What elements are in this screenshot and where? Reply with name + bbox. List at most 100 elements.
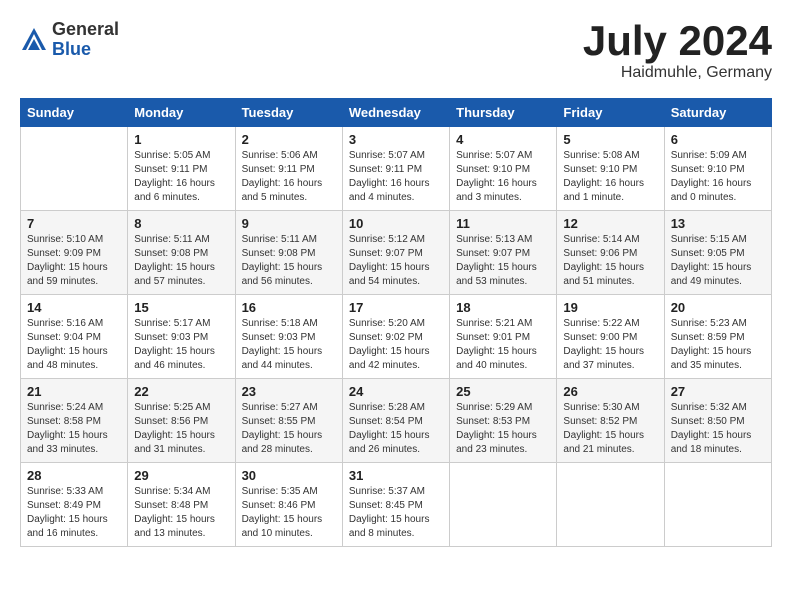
day-info: Sunrise: 5:17 AM Sunset: 9:03 PM Dayligh… (134, 317, 228, 373)
calendar-cell: 3 Sunrise: 5:07 AM Sunset: 9:11 PM Daylig… (342, 127, 449, 211)
day-number: 27 (671, 384, 765, 399)
day-info: Sunrise: 5:35 AM Sunset: 8:46 PM Dayligh… (242, 485, 336, 541)
header-saturday: Saturday (664, 99, 771, 127)
day-number: 31 (349, 468, 443, 483)
day-number: 15 (134, 300, 228, 315)
day-info: Sunrise: 5:18 AM Sunset: 9:03 PM Dayligh… (242, 317, 336, 373)
day-info: Sunrise: 5:24 AM Sunset: 8:58 PM Dayligh… (27, 401, 121, 457)
calendar-cell: 17 Sunrise: 5:20 AM Sunset: 9:02 PM Dayli… (342, 295, 449, 379)
day-info: Sunrise: 5:11 AM Sunset: 9:08 PM Dayligh… (134, 233, 228, 289)
calendar-cell: 21 Sunrise: 5:24 AM Sunset: 8:58 PM Dayli… (21, 379, 128, 463)
day-number: 22 (134, 384, 228, 399)
day-number: 9 (242, 216, 336, 231)
day-number: 5 (563, 132, 657, 147)
day-number: 3 (349, 132, 443, 147)
calendar-cell (664, 463, 771, 547)
calendar-cell (21, 127, 128, 211)
day-info: Sunrise: 5:21 AM Sunset: 9:01 PM Dayligh… (456, 317, 550, 373)
header-tuesday: Tuesday (235, 99, 342, 127)
day-info: Sunrise: 5:12 AM Sunset: 9:07 PM Dayligh… (349, 233, 443, 289)
day-number: 29 (134, 468, 228, 483)
header-thursday: Thursday (450, 99, 557, 127)
calendar-cell: 4 Sunrise: 5:07 AM Sunset: 9:10 PM Daylig… (450, 127, 557, 211)
calendar-cell: 9Sunrise: 5:11 AM Sunset: 9:08 PM Daylig… (235, 211, 342, 295)
day-number: 24 (349, 384, 443, 399)
calendar-cell: 12 Sunrise: 5:14 AM Sunset: 9:06 PM Dayli… (557, 211, 664, 295)
day-number: 6 (671, 132, 765, 147)
day-number: 12 (563, 216, 657, 231)
calendar-cell: 25 Sunrise: 5:29 AM Sunset: 8:53 PM Dayli… (450, 379, 557, 463)
calendar-cell: 16 Sunrise: 5:18 AM Sunset: 9:03 PM Dayli… (235, 295, 342, 379)
calendar-cell: 2Sunrise: 5:06 AM Sunset: 9:11 PM Daylig… (235, 127, 342, 211)
title-block: July 2024 Haidmuhle, Germany (583, 20, 772, 82)
calendar-cell: 5Sunrise: 5:08 AM Sunset: 9:10 PM Daylig… (557, 127, 664, 211)
calendar-cell: 26Sunrise: 5:30 AM Sunset: 8:52 PM Dayli… (557, 379, 664, 463)
calendar-cell: 8Sunrise: 5:11 AM Sunset: 9:08 PM Daylig… (128, 211, 235, 295)
calendar-cell (450, 463, 557, 547)
day-info: Sunrise: 5:13 AM Sunset: 9:07 PM Dayligh… (456, 233, 550, 289)
calendar-cell: 20 Sunrise: 5:23 AM Sunset: 8:59 PM Dayli… (664, 295, 771, 379)
month-title: July 2024 (583, 20, 772, 62)
calendar-cell: 14Sunrise: 5:16 AM Sunset: 9:04 PM Dayli… (21, 295, 128, 379)
header-monday: Monday (128, 99, 235, 127)
day-info: Sunrise: 5:20 AM Sunset: 9:02 PM Dayligh… (349, 317, 443, 373)
location: Haidmuhle, Germany (583, 64, 772, 82)
calendar-body: 1 Sunrise: 5:05 AM Sunset: 9:11 PM Daylig… (21, 127, 772, 547)
calendar-cell: 24 Sunrise: 5:28 AM Sunset: 8:54 PM Dayli… (342, 379, 449, 463)
calendar-cell: 15 Sunrise: 5:17 AM Sunset: 9:03 PM Dayli… (128, 295, 235, 379)
calendar-cell: 29Sunrise: 5:34 AM Sunset: 8:48 PM Dayli… (128, 463, 235, 547)
calendar-cell: 10 Sunrise: 5:12 AM Sunset: 9:07 PM Dayli… (342, 211, 449, 295)
day-info: Sunrise: 5:15 AM Sunset: 9:05 PM Dayligh… (671, 233, 765, 289)
logo: General Blue (20, 20, 119, 60)
day-info: Sunrise: 5:29 AM Sunset: 8:53 PM Dayligh… (456, 401, 550, 457)
day-number: 2 (242, 132, 336, 147)
day-number: 21 (27, 384, 121, 399)
day-number: 25 (456, 384, 550, 399)
day-info: Sunrise: 5:23 AM Sunset: 8:59 PM Dayligh… (671, 317, 765, 373)
day-number: 30 (242, 468, 336, 483)
day-number: 28 (27, 468, 121, 483)
calendar-cell (557, 463, 664, 547)
calendar-cell: 13Sunrise: 5:15 AM Sunset: 9:05 PM Dayli… (664, 211, 771, 295)
day-number: 10 (349, 216, 443, 231)
week-row-0: 1 Sunrise: 5:05 AM Sunset: 9:11 PM Daylig… (21, 127, 772, 211)
day-number: 4 (456, 132, 550, 147)
day-number: 19 (563, 300, 657, 315)
day-number: 20 (671, 300, 765, 315)
logo-general-text: General (52, 20, 119, 40)
day-info: Sunrise: 5:05 AM Sunset: 9:11 PM Dayligh… (134, 149, 228, 205)
day-number: 18 (456, 300, 550, 315)
day-number: 23 (242, 384, 336, 399)
calendar-cell: 1 Sunrise: 5:05 AM Sunset: 9:11 PM Daylig… (128, 127, 235, 211)
page-header: General Blue July 2024 Haidmuhle, German… (20, 20, 772, 82)
calendar-cell: 27Sunrise: 5:32 AM Sunset: 8:50 PM Dayli… (664, 379, 771, 463)
day-info: Sunrise: 5:30 AM Sunset: 8:52 PM Dayligh… (563, 401, 657, 457)
day-info: Sunrise: 5:27 AM Sunset: 8:55 PM Dayligh… (242, 401, 336, 457)
calendar-cell: 28Sunrise: 5:33 AM Sunset: 8:49 PM Dayli… (21, 463, 128, 547)
week-row-4: 28Sunrise: 5:33 AM Sunset: 8:49 PM Dayli… (21, 463, 772, 547)
calendar-cell: 23 Sunrise: 5:27 AM Sunset: 8:55 PM Dayli… (235, 379, 342, 463)
calendar-cell: 31Sunrise: 5:37 AM Sunset: 8:45 PM Dayli… (342, 463, 449, 547)
calendar-cell: 22 Sunrise: 5:25 AM Sunset: 8:56 PM Dayli… (128, 379, 235, 463)
header-friday: Friday (557, 99, 664, 127)
calendar-cell: 11Sunrise: 5:13 AM Sunset: 9:07 PM Dayli… (450, 211, 557, 295)
day-number: 16 (242, 300, 336, 315)
day-info: Sunrise: 5:14 AM Sunset: 9:06 PM Dayligh… (563, 233, 657, 289)
day-number: 7 (27, 216, 121, 231)
week-row-3: 21 Sunrise: 5:24 AM Sunset: 8:58 PM Dayli… (21, 379, 772, 463)
day-number: 1 (134, 132, 228, 147)
header-wednesday: Wednesday (342, 99, 449, 127)
calendar-cell: 30 Sunrise: 5:35 AM Sunset: 8:46 PM Dayli… (235, 463, 342, 547)
day-info: Sunrise: 5:28 AM Sunset: 8:54 PM Dayligh… (349, 401, 443, 457)
day-info: Sunrise: 5:09 AM Sunset: 9:10 PM Dayligh… (671, 149, 765, 205)
calendar-cell: 19 Sunrise: 5:22 AM Sunset: 9:00 PM Dayli… (557, 295, 664, 379)
calendar-cell: 7Sunrise: 5:10 AM Sunset: 9:09 PM Daylig… (21, 211, 128, 295)
calendar-cell: 18 Sunrise: 5:21 AM Sunset: 9:01 PM Dayli… (450, 295, 557, 379)
header-sunday: Sunday (21, 99, 128, 127)
day-info: Sunrise: 5:07 AM Sunset: 9:10 PM Dayligh… (456, 149, 550, 205)
day-info: Sunrise: 5:22 AM Sunset: 9:00 PM Dayligh… (563, 317, 657, 373)
day-number: 17 (349, 300, 443, 315)
day-number: 14 (27, 300, 121, 315)
day-info: Sunrise: 5:07 AM Sunset: 9:11 PM Dayligh… (349, 149, 443, 205)
day-info: Sunrise: 5:25 AM Sunset: 8:56 PM Dayligh… (134, 401, 228, 457)
